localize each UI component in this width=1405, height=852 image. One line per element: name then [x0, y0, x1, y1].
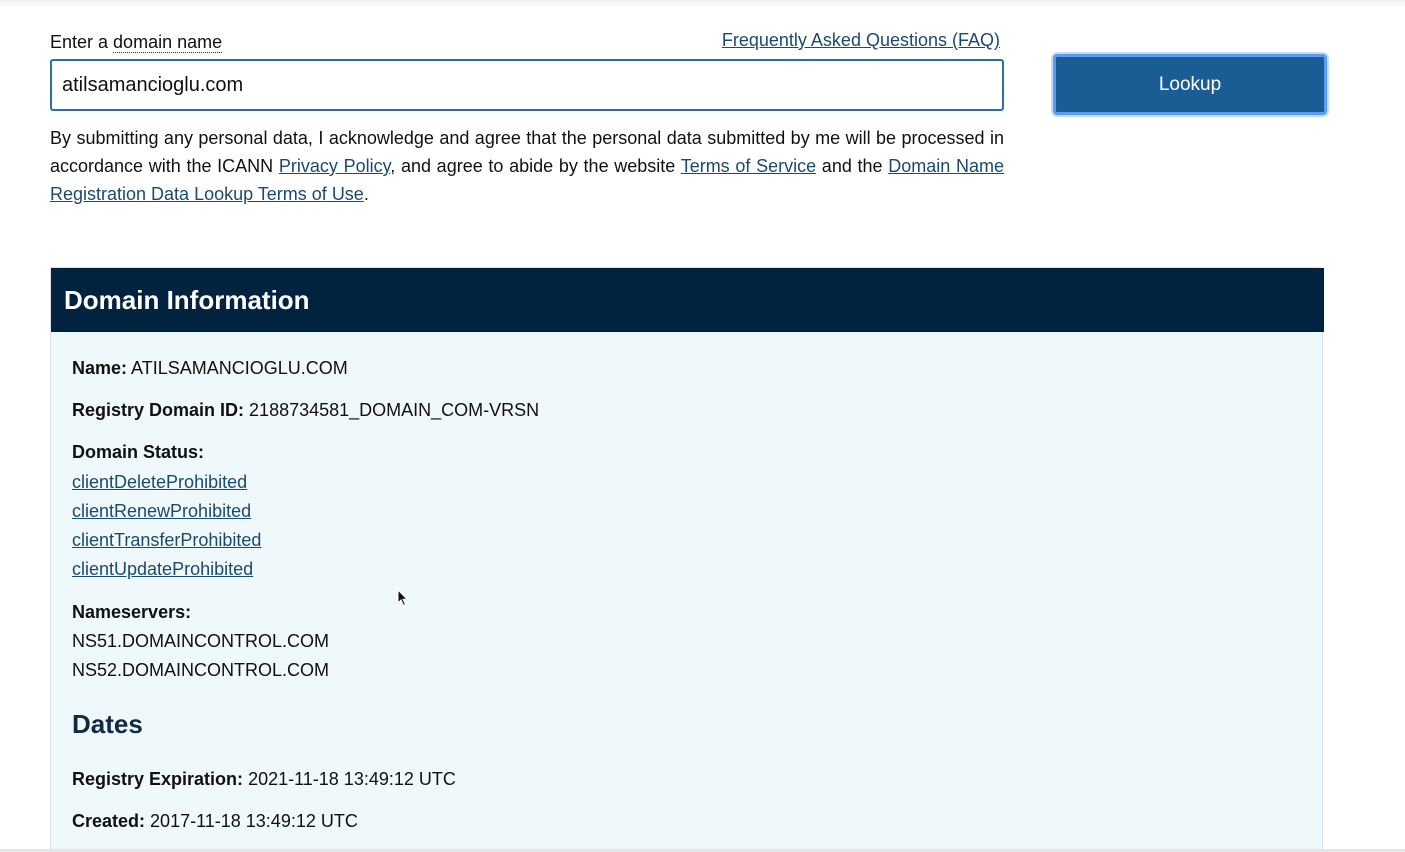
disclaimer-text-4: .	[363, 184, 369, 204]
registry-expiration-value: 2021-11-18 13:49:12 UTC	[248, 769, 456, 789]
created-row: Created: 2017-11-18 13:49:12 UTC	[72, 811, 358, 832]
nameserver-item: NS51.DOMAINCONTROL.COM	[72, 631, 330, 651]
privacy-policy-link[interactable]: Privacy Policy	[279, 156, 390, 176]
domain-information-panel: Domain Information Name: ATILSAMANCIOGLU…	[50, 267, 1324, 852]
terms-of-service-link[interactable]: Terms of Service	[681, 156, 816, 176]
faq-link[interactable]: Frequently Asked Questions (FAQ)	[722, 30, 1000, 51]
registry-domain-id-row: Registry Domain ID: 2188734581_DOMAIN_CO…	[72, 400, 539, 421]
dates-heading: Dates	[72, 709, 143, 739]
mouse-pointer-icon	[397, 588, 409, 607]
domain-information-header: Domain Information	[51, 268, 1324, 332]
disclaimer-text-2: , and agree to abide by the website	[390, 156, 681, 176]
domain-name-label: Enter a domain name	[50, 32, 223, 53]
domain-status-row: Domain Status:	[72, 442, 204, 463]
registry-expiration-row: Registry Expiration: 2021-11-18 13:49:12…	[72, 769, 456, 790]
created-value: 2017-11-18 13:49:12 UTC	[150, 811, 358, 831]
nameservers-row: Nameservers:	[72, 602, 191, 623]
status-link-client-delete-prohibited[interactable]: clientDeleteProhibited	[72, 472, 247, 493]
domain-name-abbr: domain name	[113, 32, 223, 53]
name-row: Name: ATILSAMANCIOGLU.COM	[72, 358, 348, 379]
nameservers-label: Nameservers:	[72, 602, 192, 622]
status-link-client-transfer-prohibited[interactable]: clientTransferProhibited	[72, 530, 261, 551]
registry-domain-id-label: Registry Domain ID:	[72, 400, 245, 420]
created-label: Created:	[72, 811, 146, 831]
name-label: Name:	[72, 358, 128, 378]
disclaimer-text-3: and the	[816, 156, 889, 176]
status-link-client-update-prohibited[interactable]: clientUpdateProhibited	[72, 559, 253, 580]
domain-status-label: Domain Status:	[72, 442, 205, 462]
registry-expiration-label: Registry Expiration:	[72, 769, 244, 789]
name-value: ATILSAMANCIOGLU.COM	[131, 358, 348, 378]
status-link-client-renew-prohibited[interactable]: clientRenewProhibited	[72, 501, 251, 522]
label-prefix: Enter a	[50, 32, 114, 52]
top-shadow	[0, 0, 1405, 8]
page: Enter a domain name Frequently Asked Que…	[0, 0, 1405, 852]
privacy-disclaimer: By submitting any personal data, I ackno…	[50, 124, 1004, 208]
registry-domain-id-value: 2188734581_DOMAIN_COM-VRSN	[249, 400, 540, 420]
lookup-button[interactable]: Lookup	[1053, 54, 1327, 115]
domain-search-input[interactable]	[50, 59, 1004, 111]
nameserver-item: NS52.DOMAINCONTROL.COM	[72, 660, 330, 680]
